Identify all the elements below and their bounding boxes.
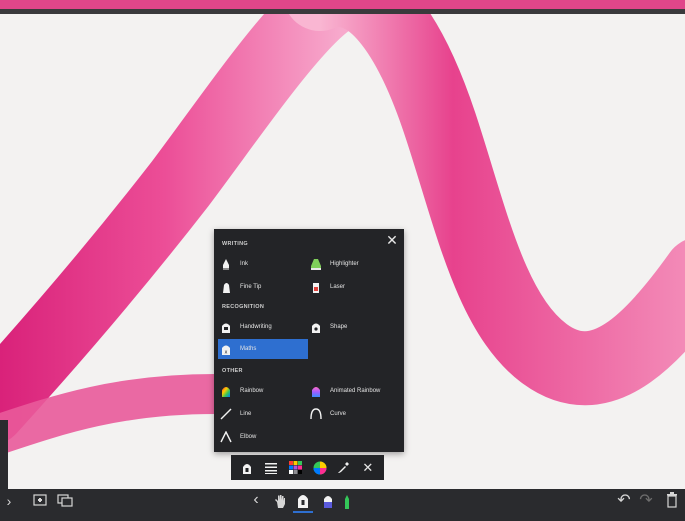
palette-grid-icon bbox=[288, 461, 302, 474]
color-wheel-button[interactable] bbox=[311, 459, 329, 477]
pen-item-label: Highlighter bbox=[330, 261, 359, 267]
pen-item-curve[interactable]: Curve bbox=[310, 404, 400, 424]
highlighter-icon bbox=[324, 496, 332, 508]
delete-button[interactable] bbox=[664, 491, 680, 509]
pen-item-line[interactable]: Line bbox=[220, 404, 310, 424]
svg-text:x: x bbox=[225, 349, 228, 355]
chevron-right-icon: › bbox=[6, 493, 12, 509]
pen-item-label: Handwriting bbox=[240, 324, 272, 330]
lines-icon bbox=[265, 462, 278, 474]
highlighter-tool-button[interactable] bbox=[320, 492, 336, 510]
chevron-left-icon: ‹ bbox=[253, 491, 259, 508]
pen-type-menu: ✕ WRITING Ink Highlighter Fine Tip Laser… bbox=[214, 229, 404, 452]
pen-tool-button[interactable] bbox=[293, 489, 313, 513]
pen-item-label: Rainbow bbox=[240, 388, 264, 394]
ink-pen-icon bbox=[220, 257, 232, 271]
close-toolbar-button[interactable]: ✕ bbox=[359, 459, 377, 477]
marker-tool-button[interactable] bbox=[342, 494, 352, 510]
pen-options-toolbar: ✕ bbox=[231, 455, 384, 480]
top-pink-strip bbox=[0, 0, 685, 9]
line-thickness-button[interactable] bbox=[262, 459, 280, 477]
close-menu-button[interactable]: ✕ bbox=[385, 233, 399, 247]
top-bar bbox=[0, 0, 685, 14]
trash-icon bbox=[667, 492, 677, 508]
pen-item-label: Maths bbox=[240, 346, 257, 352]
pages-icon bbox=[57, 493, 73, 507]
animated-rainbow-pen-icon bbox=[310, 384, 322, 398]
laser-icon bbox=[310, 280, 322, 294]
pen-item-rainbow[interactable]: Rainbow bbox=[220, 381, 310, 401]
left-edge bbox=[0, 420, 8, 489]
pen-item-handwriting[interactable]: Handwriting bbox=[220, 317, 310, 337]
line-icon bbox=[220, 407, 232, 421]
undo-button[interactable]: ↶ bbox=[616, 491, 632, 509]
close-icon: ✕ bbox=[362, 459, 374, 475]
redo-icon: ↷ bbox=[639, 492, 653, 509]
section-recognition: RECOGNITION bbox=[222, 304, 265, 310]
fine-tip-pen-icon bbox=[220, 280, 232, 294]
hand-tool-button[interactable] bbox=[272, 492, 288, 510]
expand-button[interactable]: › bbox=[2, 493, 16, 509]
curve-icon bbox=[310, 407, 322, 421]
pen-item-ink[interactable]: Ink bbox=[220, 254, 310, 274]
pen-item-laser[interactable]: Laser bbox=[310, 277, 400, 297]
add-page-button[interactable] bbox=[32, 493, 48, 507]
shape-pen-icon bbox=[310, 320, 322, 334]
hand-icon bbox=[275, 494, 285, 508]
section-other: OTHER bbox=[222, 368, 243, 374]
pen-item-label: Animated Rainbow bbox=[330, 388, 381, 394]
redo-button[interactable]: ↷ bbox=[638, 491, 654, 509]
pen-item-label: Line bbox=[240, 411, 252, 417]
pen-item-label: Fine Tip bbox=[240, 284, 262, 290]
add-page-icon bbox=[33, 494, 47, 506]
pen-item-elbow[interactable]: Elbow bbox=[220, 427, 310, 447]
color-palette-button[interactable] bbox=[286, 459, 304, 477]
bottom-toolbar: › ‹ ↶ ↷ bbox=[0, 489, 685, 521]
pen-item-highlighter[interactable]: Highlighter bbox=[310, 254, 400, 274]
eyedropper-icon bbox=[338, 462, 350, 473]
elbow-icon bbox=[220, 430, 232, 444]
maths-pen-icon: x bbox=[220, 342, 232, 356]
pen-item-shape[interactable]: Shape bbox=[310, 317, 400, 337]
handwriting-pen-icon bbox=[220, 320, 232, 334]
marker-icon bbox=[345, 495, 349, 509]
pen-item-maths[interactable]: x Maths bbox=[218, 339, 308, 359]
highlighter-icon bbox=[310, 257, 322, 271]
pen-icon bbox=[298, 495, 308, 508]
pen-item-fine-tip[interactable]: Fine Tip bbox=[220, 277, 310, 297]
eyedropper-button[interactable] bbox=[335, 459, 353, 477]
pen-item-label: Curve bbox=[330, 411, 347, 417]
color-wheel-icon bbox=[313, 461, 327, 474]
pen-type-button[interactable] bbox=[238, 459, 256, 477]
pages-button[interactable] bbox=[56, 493, 74, 507]
pen-item-animated-rainbow[interactable]: Animated Rainbow bbox=[310, 381, 404, 401]
rainbow-pen-icon bbox=[220, 384, 232, 398]
undo-icon: ↶ bbox=[617, 492, 631, 509]
collapse-tools-button[interactable]: ‹ bbox=[250, 491, 262, 508]
pen-item-label: Laser bbox=[330, 284, 346, 290]
section-writing: WRITING bbox=[222, 241, 248, 247]
pen-item-label: Elbow bbox=[240, 434, 257, 440]
pen-item-label: Ink bbox=[240, 261, 249, 267]
pen-item-label: Shape bbox=[330, 324, 348, 330]
pen-icon bbox=[243, 463, 252, 474]
